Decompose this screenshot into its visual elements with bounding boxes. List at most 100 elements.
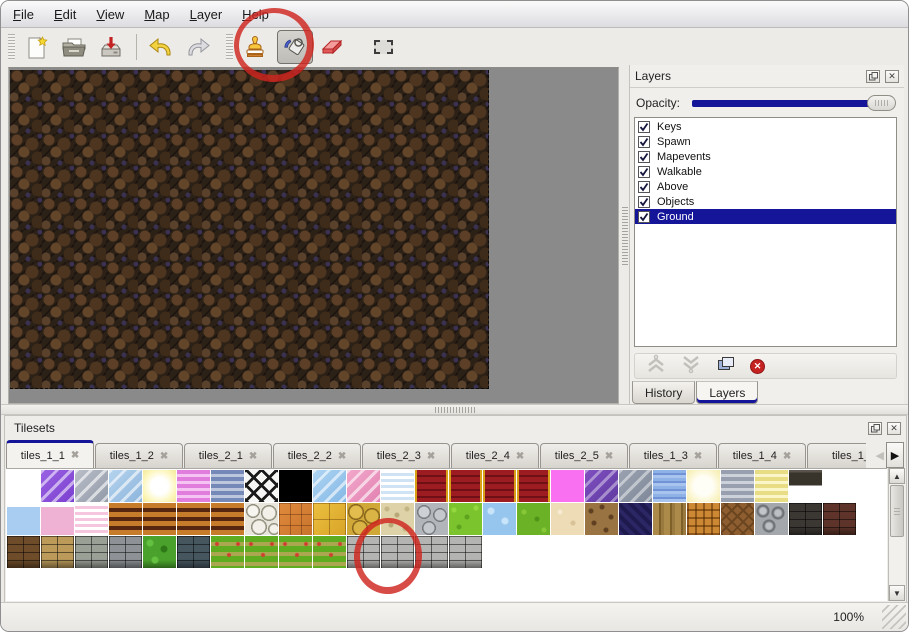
tile-stripes-gray[interactable]: [721, 470, 754, 502]
tile-glass-gray2[interactable]: [619, 470, 652, 502]
tile-carpet-red[interactable]: [483, 470, 516, 502]
map-canvas[interactable]: [10, 70, 489, 389]
tile-stone-yellow[interactable]: [347, 503, 380, 535]
menu-view[interactable]: View: [96, 7, 124, 22]
tile-glass-pink[interactable]: [347, 470, 380, 502]
tile-stripes-orange[interactable]: [177, 503, 210, 535]
scroll-tabs-right-button[interactable]: ▶: [886, 442, 904, 468]
close-icon[interactable]: ✕: [885, 70, 899, 83]
tile-glass-purple[interactable]: [41, 470, 74, 502]
tab-history[interactable]: History: [632, 381, 695, 404]
tile-wall-blue[interactable]: [177, 536, 210, 568]
opacity-slider[interactable]: [692, 95, 896, 111]
menu-help[interactable]: Help: [242, 7, 269, 22]
tile-sand[interactable]: [551, 503, 584, 535]
redo-button[interactable]: [183, 32, 213, 62]
tile-lattice[interactable]: [245, 470, 278, 502]
tile-blank[interactable]: [7, 470, 40, 502]
tab-layers[interactable]: Layers: [696, 381, 758, 404]
lower-layer-button[interactable]: [680, 354, 702, 379]
delete-layer-button[interactable]: ✕: [750, 359, 765, 374]
menu-file[interactable]: File: [13, 7, 34, 22]
tile-wall-gray[interactable]: [109, 536, 142, 568]
tile-grass[interactable]: [517, 503, 550, 535]
tileset-tab-tiles_2_3[interactable]: tiles_2_3✖: [362, 443, 450, 468]
tile-wall-ltgray[interactable]: [449, 536, 482, 568]
tile-logs-gray[interactable]: [755, 503, 788, 535]
map-viewport[interactable]: [8, 67, 619, 404]
layer-row-walkable[interactable]: Walkable: [635, 164, 896, 179]
tileset-tab-tiles_1_3[interactable]: tiles_1_3✖: [629, 443, 717, 468]
layer-row-objects[interactable]: Objects: [635, 194, 896, 209]
layer-checkbox[interactable]: [638, 136, 650, 148]
restore-icon[interactable]: [868, 422, 882, 435]
resize-grip[interactable]: [882, 605, 906, 629]
tileset-tab-tiles_2_2[interactable]: tiles_2_2✖: [273, 443, 361, 468]
tile-wall-darkred[interactable]: [823, 503, 856, 535]
menu-map[interactable]: Map: [144, 7, 169, 22]
tab-close-icon[interactable]: ✖: [71, 450, 79, 461]
raise-layer-button[interactable]: [645, 354, 667, 379]
new-file-button[interactable]: [22, 32, 52, 62]
rect-select-tool-button[interactable]: [368, 32, 398, 62]
tileset-tab-tiles_1_1[interactable]: tiles_1_1✖: [6, 440, 94, 468]
toolbar-grip[interactable]: [8, 34, 15, 60]
layer-row-mapevents[interactable]: Mapevents: [635, 149, 896, 164]
tile-palette[interactable]: [6, 468, 887, 601]
tile-blank[interactable]: [823, 470, 856, 502]
tile-stripes-whiteblue[interactable]: [381, 470, 414, 502]
tile-wall-ltgray[interactable]: [415, 536, 448, 568]
tile-glass-purple2[interactable]: [585, 470, 618, 502]
tile-ltblue[interactable]: [7, 503, 40, 535]
tileset-tab-tiles_2_5[interactable]: tiles_2_5✖: [540, 443, 628, 468]
tile-stones-gray[interactable]: [415, 503, 448, 535]
tile-stripes-pink[interactable]: [177, 470, 210, 502]
tile-planks-v[interactable]: [653, 503, 686, 535]
vertical-splitter[interactable]: [620, 67, 629, 404]
tileset-tab-tiles_1_4[interactable]: tiles_1_4✖: [718, 443, 806, 468]
tile-magenta[interactable]: [551, 470, 584, 502]
tile-carpet-red[interactable]: [517, 470, 550, 502]
tile-wall-stone[interactable]: [75, 536, 108, 568]
horizontal-splitter[interactable]: [1, 404, 908, 415]
tile-pebbles[interactable]: [381, 503, 414, 535]
restore-icon[interactable]: [866, 70, 880, 83]
tab-close-icon[interactable]: ✖: [427, 451, 435, 462]
tile-glow-yellow[interactable]: [143, 470, 176, 502]
layer-checkbox[interactable]: [638, 151, 650, 163]
tile-wall-tan[interactable]: [41, 536, 74, 568]
scrollbar-thumb[interactable]: [890, 485, 904, 537]
open-button[interactable]: [59, 32, 89, 62]
fill-tool-button[interactable]: [277, 30, 313, 64]
layer-row-ground[interactable]: Ground: [635, 209, 896, 224]
tile-glass-gray[interactable]: [75, 470, 108, 502]
tile-stripes-yellow[interactable]: [755, 470, 788, 502]
tile-glow-pale[interactable]: [687, 470, 720, 502]
tab-close-icon[interactable]: ✖: [160, 451, 168, 462]
opacity-slider-handle[interactable]: [867, 95, 896, 111]
scroll-up-icon[interactable]: ▲: [889, 468, 905, 484]
tile-glass-blue[interactable]: [109, 470, 142, 502]
tile-wall-ltgray[interactable]: [347, 536, 380, 568]
tile-cobble-white[interactable]: [245, 503, 278, 535]
tile-grasspath[interactable]: [211, 536, 244, 568]
layer-row-spawn[interactable]: Spawn: [635, 134, 896, 149]
layer-checkbox[interactable]: [638, 166, 650, 178]
stamp-tool-button[interactable]: [240, 32, 270, 62]
tile-grasspath[interactable]: [279, 536, 312, 568]
tileset-tab-tiles_2_1[interactable]: tiles_2_1✖: [184, 443, 272, 468]
tile-wall-brown[interactable]: [7, 536, 40, 568]
palette-scrollbar[interactable]: ▲ ▼: [888, 468, 905, 601]
tileset-tab-tiles_1_[interactable]: tiles_1_: [807, 443, 866, 468]
tile-water-light[interactable]: [483, 503, 516, 535]
tab-close-icon[interactable]: ✖: [249, 451, 257, 462]
tile-pink2[interactable]: [41, 503, 74, 535]
tile-carpet-red[interactable]: [449, 470, 482, 502]
tab-close-icon[interactable]: ✖: [783, 451, 791, 462]
tileset-tab-tiles_2_4[interactable]: tiles_2_4✖: [451, 443, 539, 468]
scroll-down-icon[interactable]: ▼: [889, 585, 905, 601]
tile-hedge[interactable]: [143, 536, 176, 568]
eraser-tool-button[interactable]: [317, 32, 347, 62]
tile-glass-ltblue[interactable]: [313, 470, 346, 502]
tile-stripes-orange[interactable]: [143, 503, 176, 535]
